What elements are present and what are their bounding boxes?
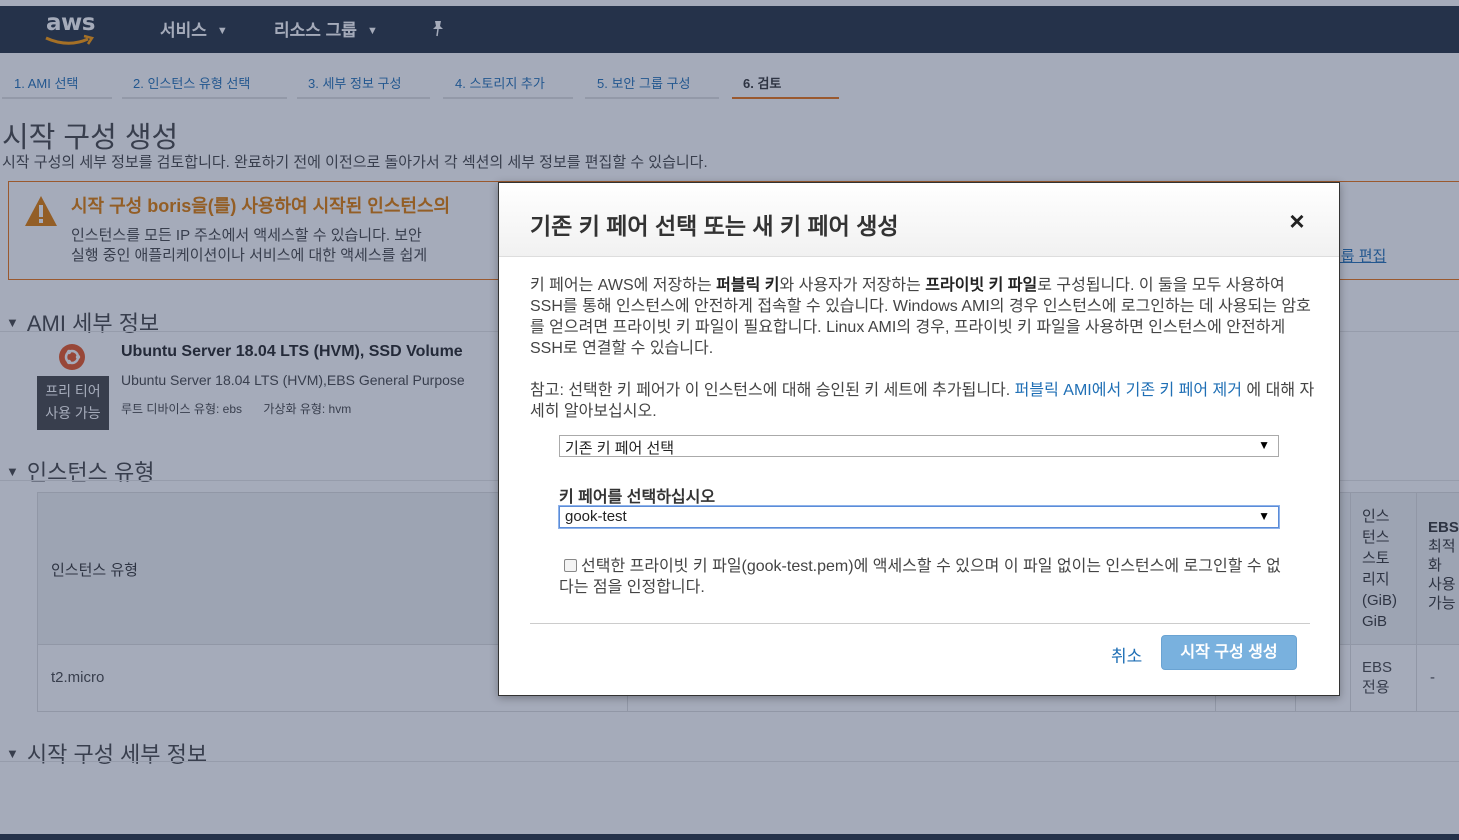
dropdown-arrow-icon: ▼ xyxy=(1258,438,1270,452)
acknowledge-row: 선택한 프라이빗 키 파일(gook-test.pem)에 액세스할 수 있으며… xyxy=(559,556,1289,598)
remove-key-pair-link[interactable]: 퍼블릭 AMI에서 기존 키 페어 제거 xyxy=(1015,382,1242,399)
dialog-header: 기존 키 페어 선택 또는 새 키 페어 생성 × xyxy=(499,183,1339,257)
key-pair-select[interactable]: gook-test ▼ xyxy=(559,506,1279,528)
key-pair-mode-select[interactable]: 기존 키 페어 선택 ▼ xyxy=(559,435,1279,457)
key-pair-value: gook-test xyxy=(565,508,627,525)
key-pair-explanation: 키 페어는 AWS에 저장하는 퍼블릭 키와 사용자가 저장하는 프라이빗 키 … xyxy=(530,277,1311,357)
close-button[interactable]: × xyxy=(1284,208,1310,235)
dropdown-arrow-icon: ▼ xyxy=(1258,509,1270,523)
key-pair-mode-value: 기존 키 페어 선택 xyxy=(565,440,675,457)
key-pair-note: 참고: 선택한 키 페어가 이 인스턴스에 대해 승인된 키 세트에 추가됩니다… xyxy=(530,382,1315,420)
dialog-divider xyxy=(530,623,1310,624)
acknowledge-text: 선택한 프라이빗 키 파일(gook-test.pem)에 액세스할 수 있으며… xyxy=(559,558,1281,596)
create-launch-configuration-button[interactable]: 시작 구성 생성 xyxy=(1161,635,1297,670)
cancel-button[interactable]: 취소 xyxy=(1111,642,1142,667)
key-pair-dialog: 기존 키 페어 선택 또는 새 키 페어 생성 × 키 페어는 AWS에 저장하… xyxy=(498,182,1340,696)
acknowledge-checkbox[interactable] xyxy=(564,559,577,572)
key-pair-label: 키 페어를 선택하십시오 xyxy=(559,489,716,506)
dialog-title: 기존 키 페어 선택 또는 새 키 페어 생성 xyxy=(530,213,899,239)
